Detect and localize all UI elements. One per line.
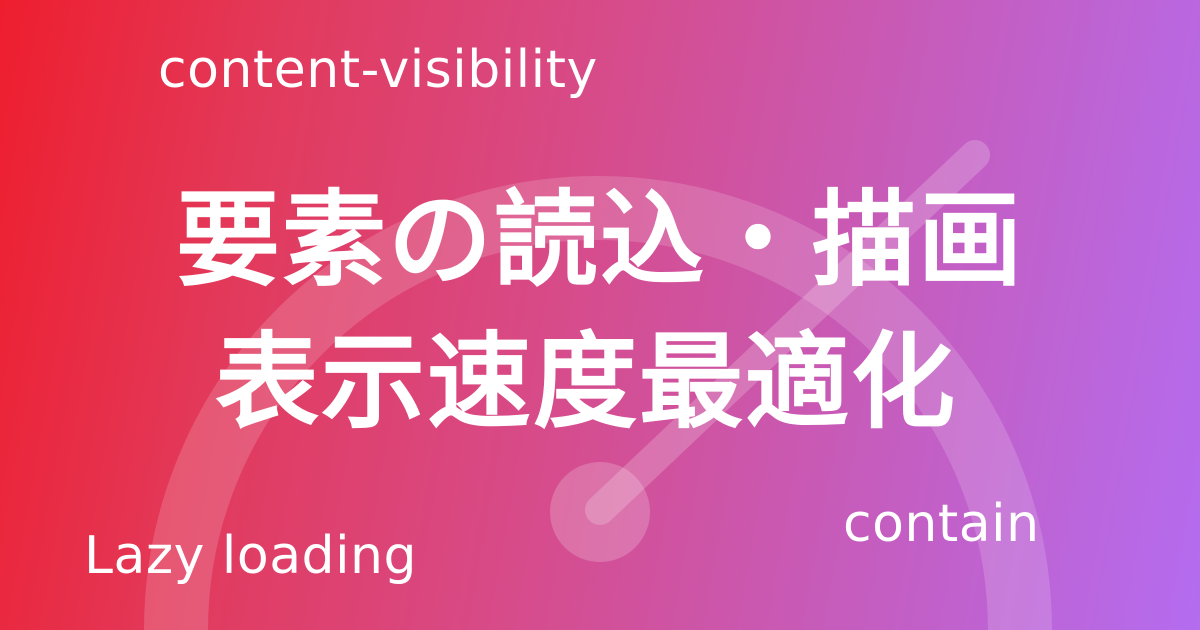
og-banner: content-visibility 要素の読込・描画 表示速度最適化 Lazy… (0, 0, 1200, 630)
keyword-lazy-loading: Lazy loading (84, 526, 417, 586)
keyword-contain: contain (843, 494, 1040, 554)
title-line-1: 要素の読込・描画 (175, 179, 1024, 301)
gauge-hub (550, 462, 650, 562)
title-line-2: 表示速度最適化 (214, 321, 957, 443)
keyword-content-visibility: content-visibility (158, 40, 598, 100)
